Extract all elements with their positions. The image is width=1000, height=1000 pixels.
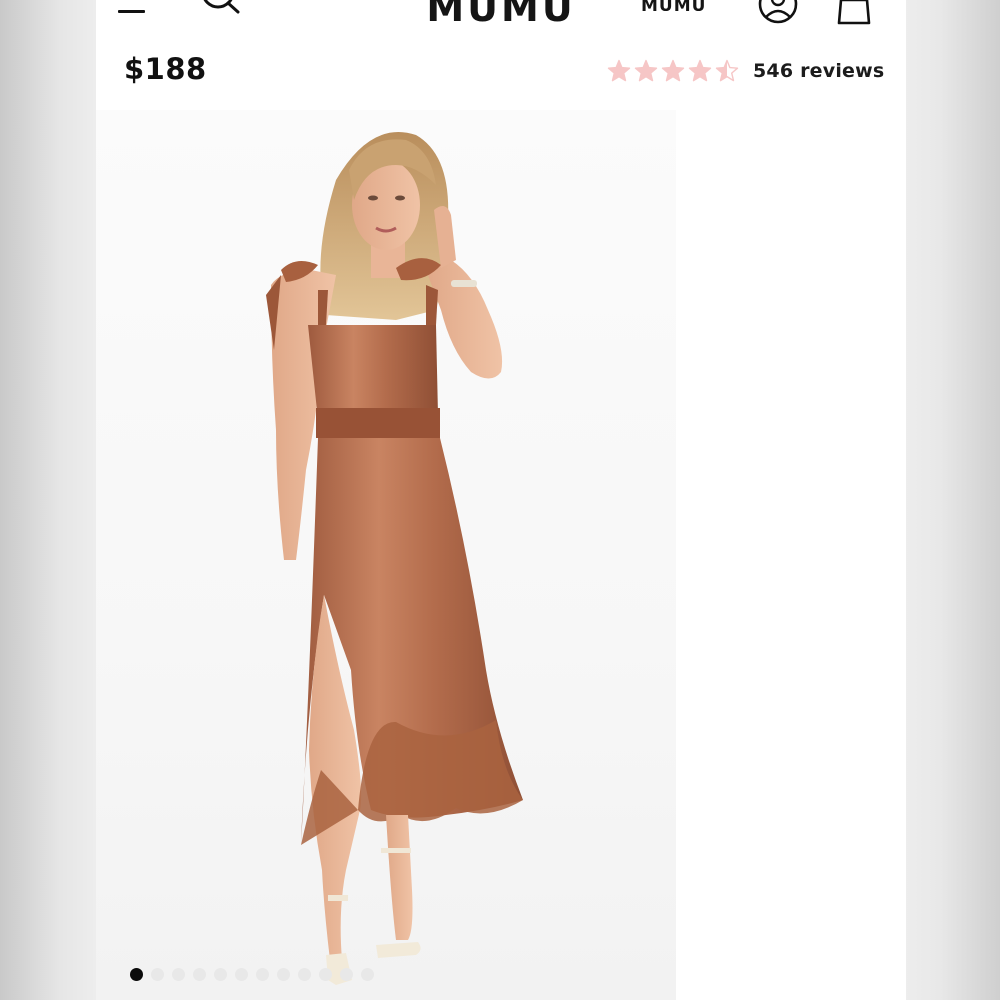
shopping-bag-icon[interactable]	[833, 0, 875, 26]
carousel-dot[interactable]	[172, 968, 185, 981]
star-full-icon	[661, 59, 685, 82]
search-icon[interactable]	[196, 0, 242, 22]
carousel-dot[interactable]	[298, 968, 311, 981]
carousel-dot[interactable]	[151, 968, 164, 981]
star-full-icon	[607, 59, 631, 82]
product-photo	[266, 132, 523, 985]
carousel-dot[interactable]	[361, 968, 374, 981]
carousel-dot[interactable]	[235, 968, 248, 981]
carousel-dot[interactable]	[319, 968, 332, 981]
product-image-gallery[interactable]	[96, 110, 676, 1000]
brand-logo[interactable]: MUMU	[418, 0, 584, 30]
carousel-dot[interactable]	[340, 968, 353, 981]
brand-logo-secondary[interactable]: MUMU	[641, 0, 705, 16]
carousel-dots	[130, 968, 374, 981]
carousel-dot[interactable]	[214, 968, 227, 981]
product-price: $188	[124, 52, 207, 86]
product-rating[interactable]: 546 reviews	[607, 56, 884, 86]
star-full-icon	[634, 59, 658, 82]
carousel-dot[interactable]	[277, 968, 290, 981]
site-header: MUMU MUMU	[96, 0, 906, 30]
phone-screen: MUMU MUMU $188 546 reviews	[96, 0, 906, 1000]
carousel-dot[interactable]	[193, 968, 206, 981]
carousel-dot[interactable]	[256, 968, 269, 981]
carousel-dot[interactable]	[130, 968, 143, 981]
star-half-icon	[715, 59, 739, 82]
star-full-icon	[688, 59, 712, 82]
rating-stars	[607, 59, 739, 83]
menu-icon[interactable]	[118, 0, 148, 22]
account-icon[interactable]	[756, 0, 800, 24]
reviews-link[interactable]: 546 reviews	[753, 60, 884, 82]
